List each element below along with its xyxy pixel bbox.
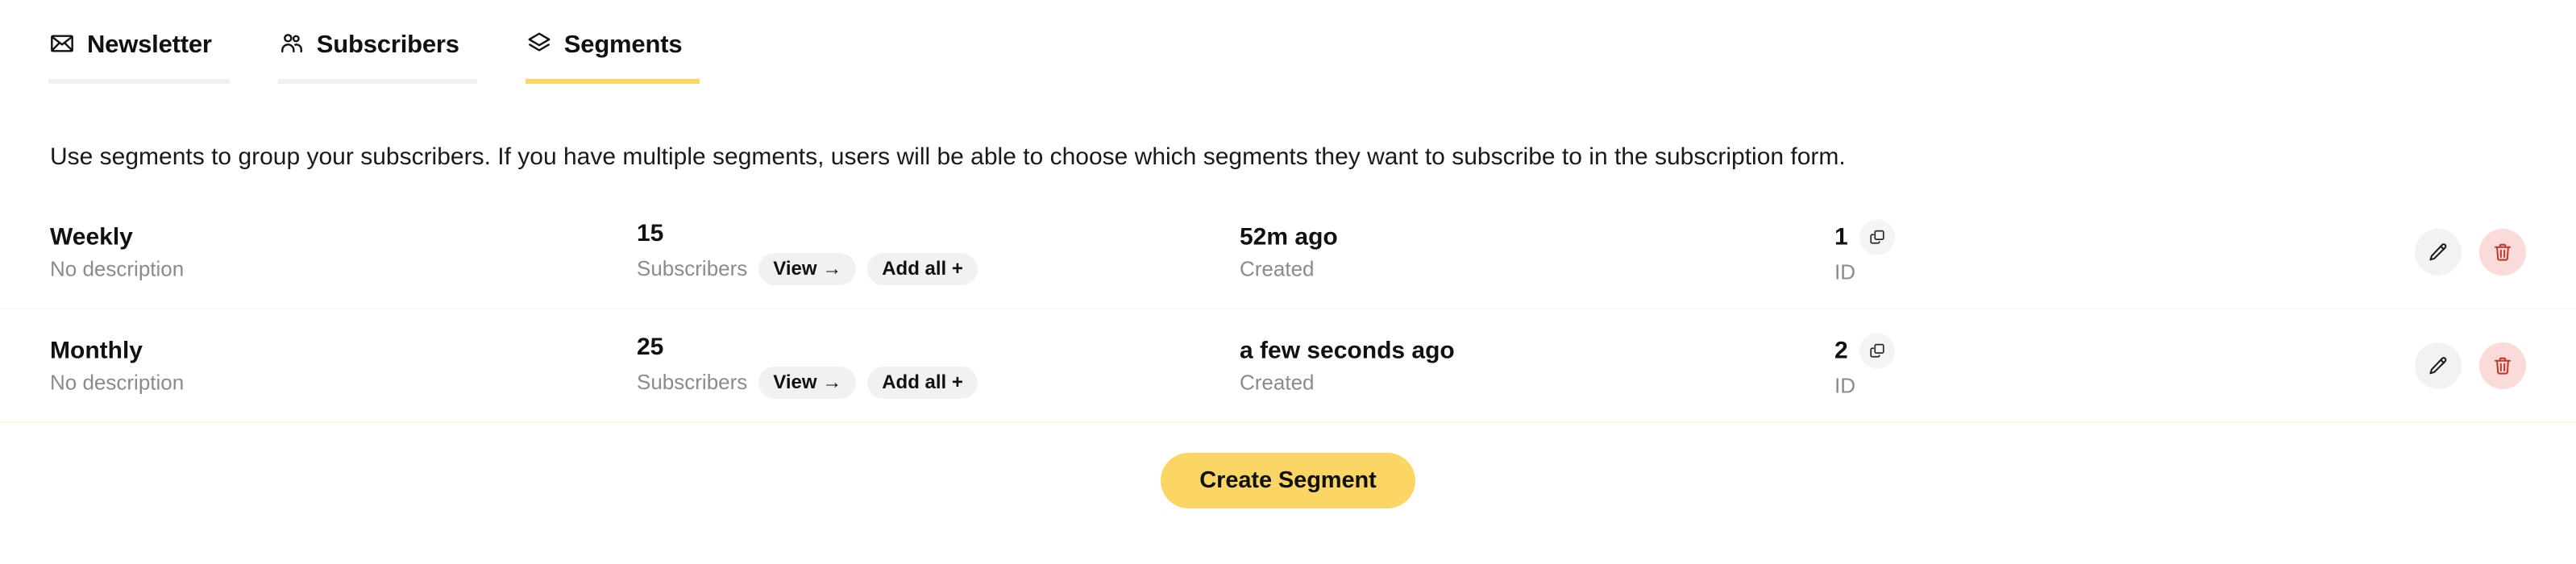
segment-created-cell: a few seconds ago Created (1240, 336, 1796, 395)
view-subscribers-button[interactable]: View → (758, 366, 857, 399)
add-all-subscribers-button[interactable]: Add all + (867, 252, 978, 285)
tab-subscribers-label: Subscribers (316, 29, 459, 58)
id-label: ID (1834, 372, 1855, 397)
edit-segment-button[interactable] (2415, 342, 2462, 389)
footer-actions: Create Segment (0, 453, 2576, 508)
tab-newsletter[interactable]: Newsletter (48, 23, 230, 84)
segment-created-cell: 52m ago Created (1240, 222, 1796, 281)
layers-icon (526, 32, 553, 64)
table-row: Monthly No description 25 Subscribers Vi… (0, 309, 2576, 423)
segment-id-cell: 2 ID (1834, 332, 2318, 398)
tab-newsletter-label: Newsletter (87, 29, 212, 58)
segment-id-cell: 1 ID (1834, 218, 2318, 284)
segment-subscribers-cell: 25 Subscribers View → Add all + (637, 333, 1185, 399)
row-actions (2415, 342, 2526, 389)
trash-icon (2492, 242, 2513, 263)
pencil-icon (2428, 355, 2449, 376)
copy-icon (1868, 342, 1886, 359)
segment-name-cell: Monthly No description (50, 336, 598, 395)
view-subscribers-button[interactable]: View → (758, 252, 857, 285)
trash-icon (2492, 355, 2513, 376)
subscribers-label: Subscribers (637, 255, 748, 280)
segment-description: No description (50, 369, 185, 394)
tab-segments-label: Segments (563, 29, 683, 58)
copy-id-button[interactable] (1859, 332, 1895, 368)
segment-name: Monthly (50, 336, 143, 363)
created-label: Created (1240, 369, 1315, 394)
subscriber-count: 15 (637, 219, 664, 247)
create-segment-button[interactable]: Create Segment (1161, 453, 1415, 508)
copy-id-button[interactable] (1859, 218, 1895, 255)
tab-bar: Newsletter Subscribers Segments (0, 23, 2576, 84)
subscribers-label: Subscribers (637, 369, 748, 394)
segments-list: Weekly No description 15 Subscribers Vie… (0, 196, 2576, 423)
table-row: Weekly No description 15 Subscribers Vie… (0, 196, 2576, 309)
edit-segment-button[interactable] (2415, 228, 2462, 276)
segments-page: Newsletter Subscribers Segments Use segm… (0, 0, 2576, 564)
delete-segment-button[interactable] (2479, 228, 2526, 276)
segment-description: No description (50, 255, 185, 280)
id-label: ID (1834, 259, 1855, 284)
created-value: a few seconds ago (1240, 336, 1455, 363)
segment-name-cell: Weekly No description (50, 222, 598, 281)
row-actions (2415, 228, 2526, 276)
copy-icon (1868, 228, 1886, 246)
segment-subscribers-cell: 15 Subscribers View → Add all + (637, 219, 1185, 285)
add-all-subscribers-button[interactable]: Add all + (867, 366, 978, 399)
delete-segment-button[interactable] (2479, 342, 2526, 389)
tab-subscribers[interactable]: Subscribers (277, 23, 477, 84)
users-icon (278, 34, 305, 64)
segment-id-value: 1 (1834, 222, 1848, 250)
pencil-icon (2428, 242, 2449, 263)
tab-strip: Newsletter Subscribers Segments (48, 23, 700, 84)
page-description: Use segments to group your subscribers. … (50, 143, 1846, 170)
envelope-icon (48, 35, 76, 64)
tab-segments[interactable]: Segments (525, 23, 700, 84)
subscriber-count: 25 (637, 333, 664, 360)
segment-id-value: 2 (1834, 336, 1848, 363)
created-value: 52m ago (1240, 222, 1338, 250)
segment-name: Weekly (50, 222, 133, 250)
created-label: Created (1240, 255, 1315, 280)
